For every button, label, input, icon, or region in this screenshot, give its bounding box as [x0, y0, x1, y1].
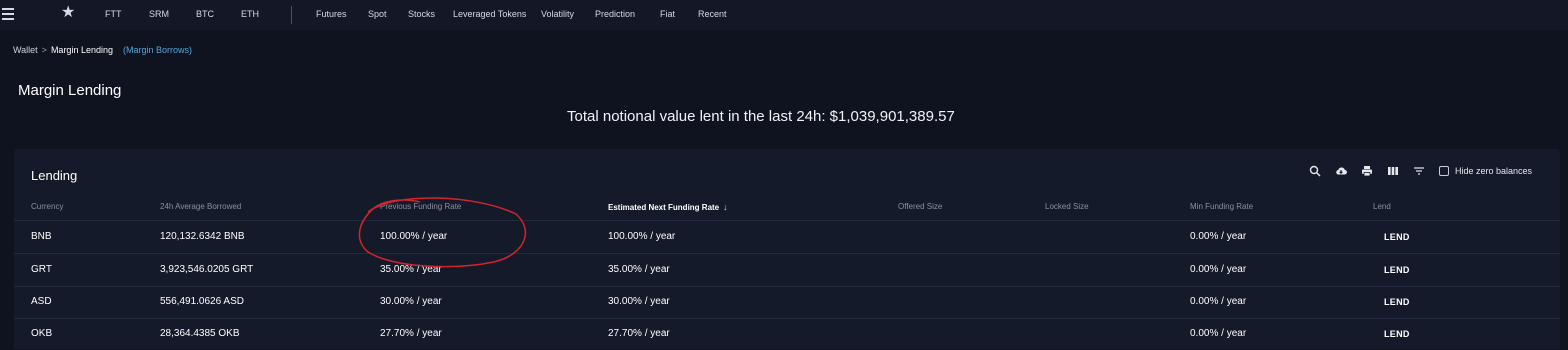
cell-previous-rate: 35.00% / year — [380, 264, 442, 275]
breadcrumb-wallet[interactable]: Wallet — [13, 45, 38, 55]
table-toolbar: Hide zero balances — [1309, 163, 1532, 179]
cell-avg-borrowed: 120,132.6342 BNB — [160, 231, 245, 242]
table-row: GRT 3,923,546.0205 GRT 35.00% / year 35.… — [14, 254, 1560, 287]
breadcrumb-separator: > — [41, 45, 47, 55]
cell-currency: ASD — [31, 296, 52, 307]
column-header-currency[interactable]: Currency — [31, 202, 63, 211]
star-icon[interactable]: ★ — [61, 5, 75, 21]
column-header-avg-borrowed[interactable]: 24h Average Borrowed — [160, 202, 241, 211]
cell-next-rate: 100.00% / year — [608, 231, 676, 242]
hide-zero-label: Hide zero balances — [1454, 166, 1532, 176]
margin-borrows-link[interactable]: (Margin Borrows) — [123, 45, 192, 55]
cloud-download-icon[interactable] — [1335, 165, 1347, 177]
nav-item-eth[interactable]: ETH — [241, 9, 259, 19]
cell-min-rate: 0.00% / year — [1190, 264, 1247, 275]
column-header-lend: Lend — [1373, 202, 1391, 211]
cell-avg-borrowed: 28,364.4385 OKB — [160, 328, 240, 339]
column-header-locked-size[interactable]: Locked Size — [1045, 202, 1089, 211]
cell-previous-rate: 30.00% / year — [380, 296, 442, 307]
cell-currency: BNB — [31, 231, 52, 242]
nav-item-stocks[interactable]: Stocks — [408, 9, 435, 19]
cell-next-rate: 35.00% / year — [608, 264, 670, 275]
nav-item-leveraged-tokens[interactable]: Leveraged Tokens — [453, 9, 526, 19]
search-icon[interactable] — [1309, 165, 1321, 177]
nav-divider — [291, 6, 292, 24]
nav-item-recent[interactable]: Recent — [698, 9, 727, 19]
nav-item-futures[interactable]: Futures — [316, 9, 347, 19]
cell-currency: OKB — [31, 328, 53, 339]
nav-item-volatility[interactable]: Volatility — [541, 9, 574, 19]
top-navigation-bar: ★ FTT SRM BTC ETH Futures Spot Stocks Le… — [0, 0, 1568, 30]
lending-card: Lending Hide zero balances Currency 24h … — [14, 149, 1560, 349]
column-header-min-rate[interactable]: Min Funding Rate — [1190, 202, 1253, 211]
breadcrumb-current: Margin Lending — [50, 45, 113, 55]
hamburger-menu-icon[interactable] — [2, 8, 14, 20]
print-icon[interactable] — [1361, 165, 1373, 177]
columns-icon[interactable] — [1387, 165, 1399, 177]
lend-button[interactable]: LEND — [1384, 329, 1410, 339]
nav-item-btc[interactable]: BTC — [196, 9, 214, 19]
lending-title: Lending — [31, 168, 78, 183]
table-header: Currency 24h Average Borrowed Previous F… — [14, 202, 1560, 221]
cell-min-rate: 0.00% / year — [1190, 296, 1247, 307]
cell-avg-borrowed: 556,491.0626 ASD — [160, 296, 244, 307]
cell-next-rate: 30.00% / year — [608, 296, 670, 307]
column-header-previous-rate[interactable]: Previous Funding Rate — [380, 202, 461, 211]
nav-item-srm[interactable]: SRM — [149, 9, 169, 19]
cell-previous-rate: 100.00% / year — [380, 231, 448, 242]
nav-item-spot[interactable]: Spot — [368, 9, 387, 19]
column-header-offered-size[interactable]: Offered Size — [898, 202, 942, 211]
cell-min-rate: 0.00% / year — [1190, 328, 1247, 339]
sort-descending-icon: ↓ — [723, 202, 728, 212]
breadcrumb: Wallet > Margin Lending (Margin Borrows) — [13, 45, 192, 55]
hide-zero-balances-toggle[interactable]: Hide zero balances — [1438, 166, 1532, 176]
lend-button[interactable]: LEND — [1384, 232, 1410, 242]
table-row: ASD 556,491.0626 ASD 30.00% / year 30.00… — [14, 286, 1560, 319]
column-header-estimated-next-rate[interactable]: Estimated Next Funding Rate ↓ — [608, 202, 728, 212]
cell-min-rate: 0.00% / year — [1190, 231, 1247, 242]
total-notional-lent: Total notional value lent in the last 24… — [567, 108, 955, 125]
page-title: Margin Lending — [18, 82, 122, 99]
cell-next-rate: 27.70% / year — [608, 328, 670, 339]
cell-avg-borrowed: 3,923,546.0205 GRT — [160, 264, 254, 275]
cell-currency: GRT — [31, 264, 52, 275]
nav-item-prediction[interactable]: Prediction — [595, 9, 635, 19]
column-header-estimated-next-rate-label: Estimated Next Funding Rate — [608, 203, 720, 212]
nav-item-ftt[interactable]: FTT — [105, 9, 122, 19]
table-row: BNB 120,132.6342 BNB 100.00% / year 100.… — [14, 221, 1560, 254]
nav-item-fiat[interactable]: Fiat — [660, 9, 675, 19]
table-row: OKB 28,364.4385 OKB 27.70% / year 27.70%… — [14, 318, 1560, 350]
lend-button[interactable]: LEND — [1384, 265, 1410, 275]
cell-previous-rate: 27.70% / year — [380, 328, 442, 339]
lend-button[interactable]: LEND — [1384, 297, 1410, 307]
hide-zero-checkbox[interactable] — [1438, 166, 1449, 176]
filter-icon[interactable] — [1413, 165, 1425, 177]
